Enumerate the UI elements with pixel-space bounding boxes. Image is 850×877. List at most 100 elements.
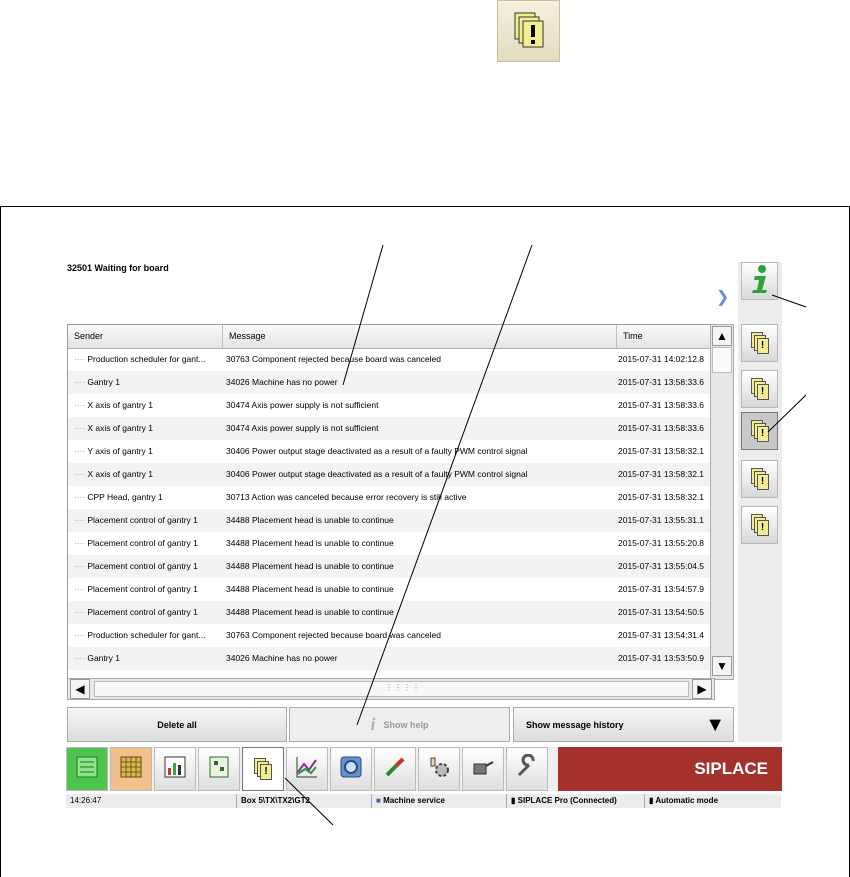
delete-all-button[interactable]: Delete all <box>67 707 287 742</box>
row-time: 2015-07-31 13:55:31.1 <box>618 515 705 525</box>
user-icon: ■ <box>376 796 381 805</box>
message-stack-icon <box>497 0 560 62</box>
row-sender: X axis of gantry 1 <box>74 463 224 486</box>
navigation-bar: ! SIPLACE <box>66 747 782 791</box>
row-sender: Placement control of gantry 1 <box>74 555 224 578</box>
row-time: 2015-07-31 13:58:33.6 <box>618 400 705 410</box>
message-bars-button[interactable]: ! <box>741 460 778 498</box>
show-help-button[interactable]: i Show help <box>289 707 510 742</box>
table-row[interactable]: Placement control of gantry 134488 Place… <box>68 601 714 624</box>
row-sender: Gantry 1 <box>74 371 224 394</box>
message-camera-icon: ! <box>750 514 769 536</box>
messages-icon: ! <box>254 758 272 780</box>
status-message: 32501 Waiting for board <box>67 263 169 273</box>
table-row[interactable]: Placement control of gantry 134488 Place… <box>68 509 714 532</box>
row-time: 2015-07-31 13:55:20.8 <box>618 538 705 548</box>
column-sender[interactable]: Sender <box>68 325 223 348</box>
table-row[interactable]: X axis of gantry 130474 Axis power suppl… <box>68 417 714 440</box>
table-row[interactable]: X axis of gantry 130406 Power output sta… <box>68 463 714 486</box>
column-message[interactable]: Message <box>223 325 617 348</box>
table-row[interactable]: Gantry 134026 Machine has no power 2015-0… <box>68 647 714 670</box>
row-message: 30474 Axis power supply is not sufficien… <box>226 423 379 433</box>
message-chart-icon: ! <box>750 378 769 400</box>
nav-chart[interactable] <box>286 747 328 791</box>
row-message: 30763 Component rejected because board w… <box>226 630 442 640</box>
feeder-table-icon <box>118 754 144 785</box>
message-chart-button[interactable]: ! <box>741 370 778 408</box>
nav-board[interactable] <box>198 747 240 791</box>
table-row[interactable]: Placement control of gantry 134488 Place… <box>68 578 714 601</box>
row-message: 34488 Placement head is unable to contin… <box>226 538 394 548</box>
help-i-icon: i <box>370 714 376 734</box>
table-row[interactable]: Placement control of gantry 134488 Place… <box>68 532 714 555</box>
message-edit-icon: ! <box>750 420 769 442</box>
row-message: 34488 Placement head is unable to contin… <box>226 584 394 594</box>
nav-production[interactable] <box>66 747 108 791</box>
status-connection-label: SIPLACE Pro (Connected) <box>517 796 617 805</box>
nav-messages[interactable]: ! <box>242 747 284 791</box>
camera-icon <box>338 754 364 785</box>
row-time: 2015-07-31 13:58:32.1 <box>618 469 705 479</box>
row-message: 30763 Component rejected because board w… <box>226 354 442 364</box>
status-time: 14:26:47 <box>70 796 102 805</box>
show-history-button[interactable]: Show message history ▼ <box>513 707 734 742</box>
info-icon <box>747 264 773 299</box>
table-row[interactable]: Placement control of gantry 134488 Place… <box>68 555 714 578</box>
status-role-label: Machine service <box>383 796 445 805</box>
nav-statistics[interactable] <box>154 747 196 791</box>
status-mode: ▮ Automatic mode <box>644 794 718 808</box>
scroll-thumb[interactable] <box>712 347 732 373</box>
horizontal-scroll-thumb[interactable]: ⋮⋮⋮⋮ <box>94 681 689 697</box>
row-message: 34488 Placement head is unable to contin… <box>226 515 394 525</box>
nav-camera[interactable] <box>330 747 372 791</box>
row-message: 30406 Power output stage deactivated as … <box>226 469 528 479</box>
table-row[interactable]: Y axis of gantry 130406 Power output sta… <box>68 440 714 463</box>
info-button[interactable] <box>741 262 778 300</box>
row-time: 2015-07-31 13:54:31.4 <box>618 630 705 640</box>
row-sender: Placement control of gantry 1 <box>74 578 224 601</box>
mode-icon: ▮ <box>649 796 654 805</box>
status-connection: ▮ SIPLACE Pro (Connected) <box>506 794 617 808</box>
row-sender: Production scheduler for gant... <box>74 348 224 371</box>
table-row[interactable]: X axis of gantry 130474 Axis power suppl… <box>68 394 714 417</box>
right-toolbar: ! ! ! ! ! <box>738 262 782 742</box>
status-mode-label: Automatic mode <box>655 796 719 805</box>
row-time: 2015-07-31 13:58:32.1 <box>618 446 705 456</box>
row-time: 2015-07-31 13:54:57.9 <box>618 584 705 594</box>
row-message: 30713 Action was canceled because error … <box>226 492 467 502</box>
show-history-label: Show message history <box>526 719 624 730</box>
message-camera-button[interactable]: ! <box>741 506 778 544</box>
row-time: 2015-07-31 14:02:12.8 <box>618 354 705 364</box>
nav-hand-gear[interactable] <box>418 747 460 791</box>
message-bars-icon: ! <box>750 468 769 490</box>
scroll-down-button[interactable]: ▼ <box>712 656 732 676</box>
hand-gear-icon <box>426 754 452 785</box>
triangle-left-icon: ◀ <box>75 682 85 696</box>
scroll-up-button[interactable]: ▲ <box>712 326 732 346</box>
scroll-right-button[interactable]: ▶ <box>692 679 712 699</box>
row-time: 2015-07-31 13:55:04.5 <box>618 561 705 571</box>
nav-nozzle[interactable] <box>374 747 416 791</box>
scroll-left-button[interactable]: ◀ <box>70 679 90 699</box>
row-message: 34488 Placement head is unable to contin… <box>226 561 394 571</box>
horizontal-scrollbar[interactable]: ◀ ⋮⋮⋮⋮ ▶ <box>67 678 715 700</box>
nav-feeder-table[interactable] <box>110 747 152 791</box>
nav-oil-can[interactable] <box>462 747 504 791</box>
table-row[interactable]: CPP Head, gantry 130713 Action was cance… <box>68 486 714 509</box>
chart-icon <box>294 754 320 785</box>
triangle-right-icon: ▶ <box>697 682 707 696</box>
row-sender: Production scheduler for gant... <box>74 624 224 647</box>
table-row[interactable]: Production scheduler for gant...30763 Co… <box>68 348 714 371</box>
table-row[interactable]: Production scheduler for gant...30763 Co… <box>68 624 714 647</box>
message-edit-button[interactable]: ! <box>741 412 778 450</box>
row-sender: Placement control of gantry 1 <box>74 532 224 555</box>
nav-wrench[interactable] <box>506 747 548 791</box>
vertical-scrollbar[interactable]: ▲ ▼ <box>710 324 734 680</box>
row-time: 2015-07-31 13:58:33.6 <box>618 377 705 387</box>
message-display-button[interactable]: ! <box>741 324 778 362</box>
row-sender: X axis of gantry 1 <box>74 394 224 417</box>
selection-arrow-icon: ❯ <box>716 289 730 306</box>
table-row[interactable]: Gantry 134026 Machine has no power 2015-0… <box>68 371 714 394</box>
row-message: 34488 Placement head is unable to contin… <box>226 607 394 617</box>
column-time[interactable]: Time <box>617 325 714 348</box>
